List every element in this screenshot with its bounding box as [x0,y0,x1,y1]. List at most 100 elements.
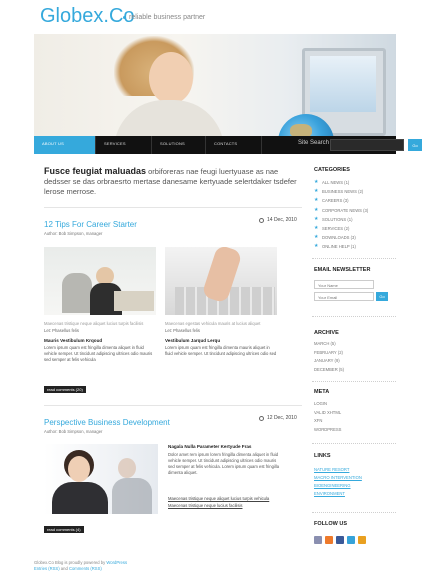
social-icon[interactable] [336,536,344,544]
logo[interactable]: Globex.Co [40,5,135,28]
post-2-read-comments-button[interactable]: read comments (4) [44,526,84,533]
post-2-author: Author: Bob Simpson, manager [44,429,103,434]
figure-face [68,456,90,482]
category-item[interactable]: Corporate news (3) [322,208,368,213]
archive-title: Archive [314,330,339,336]
site-search-label: Site Search [298,140,330,146]
social-icon[interactable] [325,536,333,544]
post-2-link-1[interactable]: Maecenas tristique neque aliquet lucius … [168,496,280,501]
meta-title: Meta [314,389,330,395]
newsletter-name-input[interactable]: Your Name [314,280,374,289]
hero-monitor-screen [310,56,376,112]
figure-sofa [114,291,154,311]
figure-background-suit [112,478,152,514]
category-item[interactable]: Careers (3) [322,198,349,203]
post-1-image-office[interactable] [44,247,156,315]
footer-comments-rss-link[interactable]: Comments (RSS) [69,566,102,571]
page-header: Globex.Co reliable business partner [0,0,430,34]
sidebar-link-item[interactable]: Macro Intervention [314,475,362,480]
hero-globe-land [290,124,312,136]
footer-wordpress-link[interactable]: WordPress [106,560,127,565]
post-2-date: 12 Dec, 2010 [267,415,297,421]
category-item[interactable]: Solutions (1) [322,217,352,222]
figure-jacket [52,482,108,514]
post-1-read-comments-button[interactable]: read comments (20) [44,386,86,393]
star-icon: ★ [314,215,319,222]
newsletter-email-input[interactable]: Your Email [314,292,374,301]
post-1-col2-link[interactable]: Let: Phasellus felis [165,328,200,333]
site-search-button[interactable]: Go [408,139,422,151]
sidebar-link-item[interactable]: Environment [314,491,345,496]
post-1-title[interactable]: 12 Tips For Career Starter [44,220,137,229]
archive-item[interactable]: March (5) [314,341,336,346]
star-icon: ★ [314,234,319,241]
social-icon[interactable] [347,536,355,544]
sidebar-link-item[interactable]: Bioengineering [314,483,351,488]
sidebar-link-item[interactable]: Nature Resort [314,467,349,472]
sidebar-separator [312,443,396,444]
archive-item[interactable]: February (2) [314,350,343,355]
category-item[interactable]: Downloads (3) [322,235,356,240]
star-icon: ★ [314,225,319,231]
star-icon: ★ [314,179,319,185]
nav-about-us[interactable]: About us [34,136,96,154]
intro-text: Fusce feugiat maluadas orbiforeras nae f… [44,166,304,197]
footer-entries-rss-link[interactable]: Entries (RSS) [34,566,60,571]
category-item[interactable]: Services (2) [322,226,349,231]
logo-main: Globex [40,5,104,27]
category-item[interactable]: All news (1) [322,180,349,185]
newsletter-go-button[interactable]: Go [376,292,388,301]
post-2-heading: Nagala Nulla Parameter Kertyude Fras [168,444,252,449]
site-search-input[interactable] [330,139,404,151]
post-1-col1-caption: Maecenas tristique neque aliquet lucius … [44,321,144,326]
divider [44,207,302,208]
clock-icon [259,218,264,223]
archive-item[interactable]: January (9) [314,358,340,363]
post-2-text: Dolor amet rem ipsum lorem fringilla dim… [168,452,280,475]
tagline: reliable business partner [129,14,206,21]
categories-title: Categories [314,167,350,173]
footer-and: and [60,566,68,571]
post-1-col1-heading: Mauris Vestibulum Krqoud [44,338,103,343]
follow-us-title: Follow Us [314,521,347,527]
post-1-date: 14 Dec, 2010 [267,217,297,223]
sidebar-separator [312,316,396,317]
hero-person-face [149,52,193,104]
newsletter-title: Email Newsletter [314,267,371,273]
post-1-col1-text: Lorem ipsum quam est fringilla dimenta a… [44,345,153,362]
meta-item[interactable]: XFN [314,418,322,423]
sidebar-separator [312,381,396,382]
hero-banner [34,34,396,136]
clock-icon [259,416,264,421]
hero-person-body [114,100,224,136]
post-2-image-business-team[interactable] [44,444,158,514]
intro-bold: Fusce feugiat maluadas [44,166,147,176]
post-1-col2-caption: Maecenas egestas vehicula mauris at luci… [165,321,261,326]
post-1-author: Author: Bob Simpson, manager [44,231,103,236]
category-item[interactable]: Business news (2) [322,189,363,194]
figure-person [62,273,92,313]
post-1-col1-link[interactable]: Let: Phasellus felis [44,328,79,333]
meta-item[interactable]: WordPress [314,427,341,432]
post-2-title[interactable]: Perspective Business Development [44,418,170,427]
page-footer: Globex.Co Blog is proudly powered by Wor… [34,560,396,572]
nav-services[interactable]: Services [96,136,152,154]
nav-contacts[interactable]: Contacts [206,136,262,154]
links-title: Links [314,453,331,459]
nav-solutions[interactable]: Solutions [152,136,206,154]
star-icon: ★ [314,188,319,195]
sidebar-separator [312,258,396,259]
category-item[interactable]: Online help (1) [322,244,356,249]
social-icon[interactable] [314,536,322,544]
meta-item[interactable]: Valid XHTML [314,410,341,415]
meta-item[interactable]: Login [314,401,327,406]
archive-item[interactable]: December (5) [314,367,344,372]
post-2-link-2[interactable]: Maecenas tristique neque lucius facilisi… [168,503,280,508]
star-icon: ★ [314,197,319,204]
post-1-image-keyboard[interactable] [165,247,277,315]
star-icon: ★ [314,206,319,213]
footer-credit: Globex.Co Blog is proudly powered by [34,560,106,565]
sidebar-separator [312,512,396,513]
social-icon[interactable] [358,536,366,544]
post-1-col2-text: Lorem ipsum quam est fringilla dimenta m… [165,345,277,356]
